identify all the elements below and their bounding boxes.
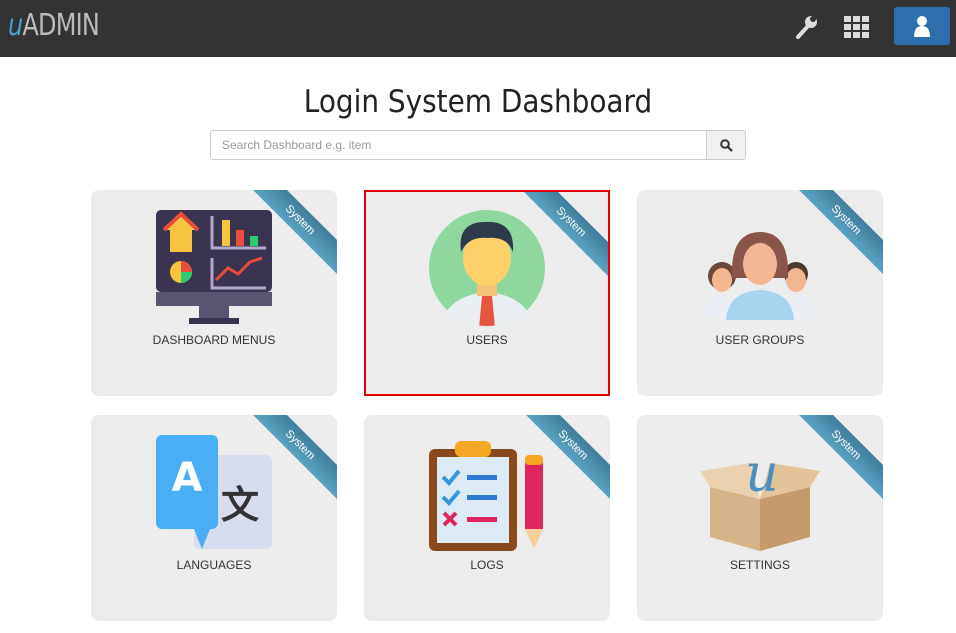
clipboard-log-icon [429, 441, 543, 551]
page-title: Login System Dashboard [303, 84, 653, 120]
search-input[interactable] [210, 130, 707, 160]
apps-grid-icon[interactable] [842, 12, 872, 42]
card-label: LOGS [470, 558, 504, 572]
card-label: USERS [466, 333, 508, 347]
dashboard-monitor-icon [156, 210, 272, 324]
wrench-icon[interactable] [792, 12, 822, 42]
card-settings[interactable]: u System SETTINGS [637, 415, 883, 621]
logo[interactable]: uADMIN [8, 8, 100, 43]
card-label: SETTINGS [729, 558, 790, 572]
box-icon: u [700, 444, 820, 551]
card-user-groups[interactable]: System USER GROUPS [637, 190, 883, 396]
card-dashboard-menus[interactable]: System DASHBOARD MENUS [91, 190, 337, 396]
search-bar [210, 130, 746, 160]
svg-text:u: u [745, 444, 779, 504]
card-logs[interactable]: System LOGS [364, 415, 610, 621]
user-group-icon [702, 232, 816, 320]
card-label: LANGUAGES [176, 558, 252, 572]
user-menu-button[interactable] [894, 7, 950, 45]
card-label: DASHBOARD MENUS [152, 333, 276, 347]
search-button[interactable] [707, 130, 746, 160]
translate-icon: A文 [156, 435, 272, 549]
user-icon [914, 16, 930, 37]
svg-text:文: 文 [221, 483, 259, 527]
top-bar: uADMIN [0, 0, 956, 57]
user-avatar-icon [429, 210, 545, 326]
card-languages[interactable]: A文 System LANGUAGES [91, 415, 337, 621]
card-users[interactable]: System USERS [364, 190, 610, 396]
card-label: USER GROUPS [715, 333, 805, 347]
search-icon [719, 138, 733, 152]
svg-text:A: A [172, 455, 203, 501]
